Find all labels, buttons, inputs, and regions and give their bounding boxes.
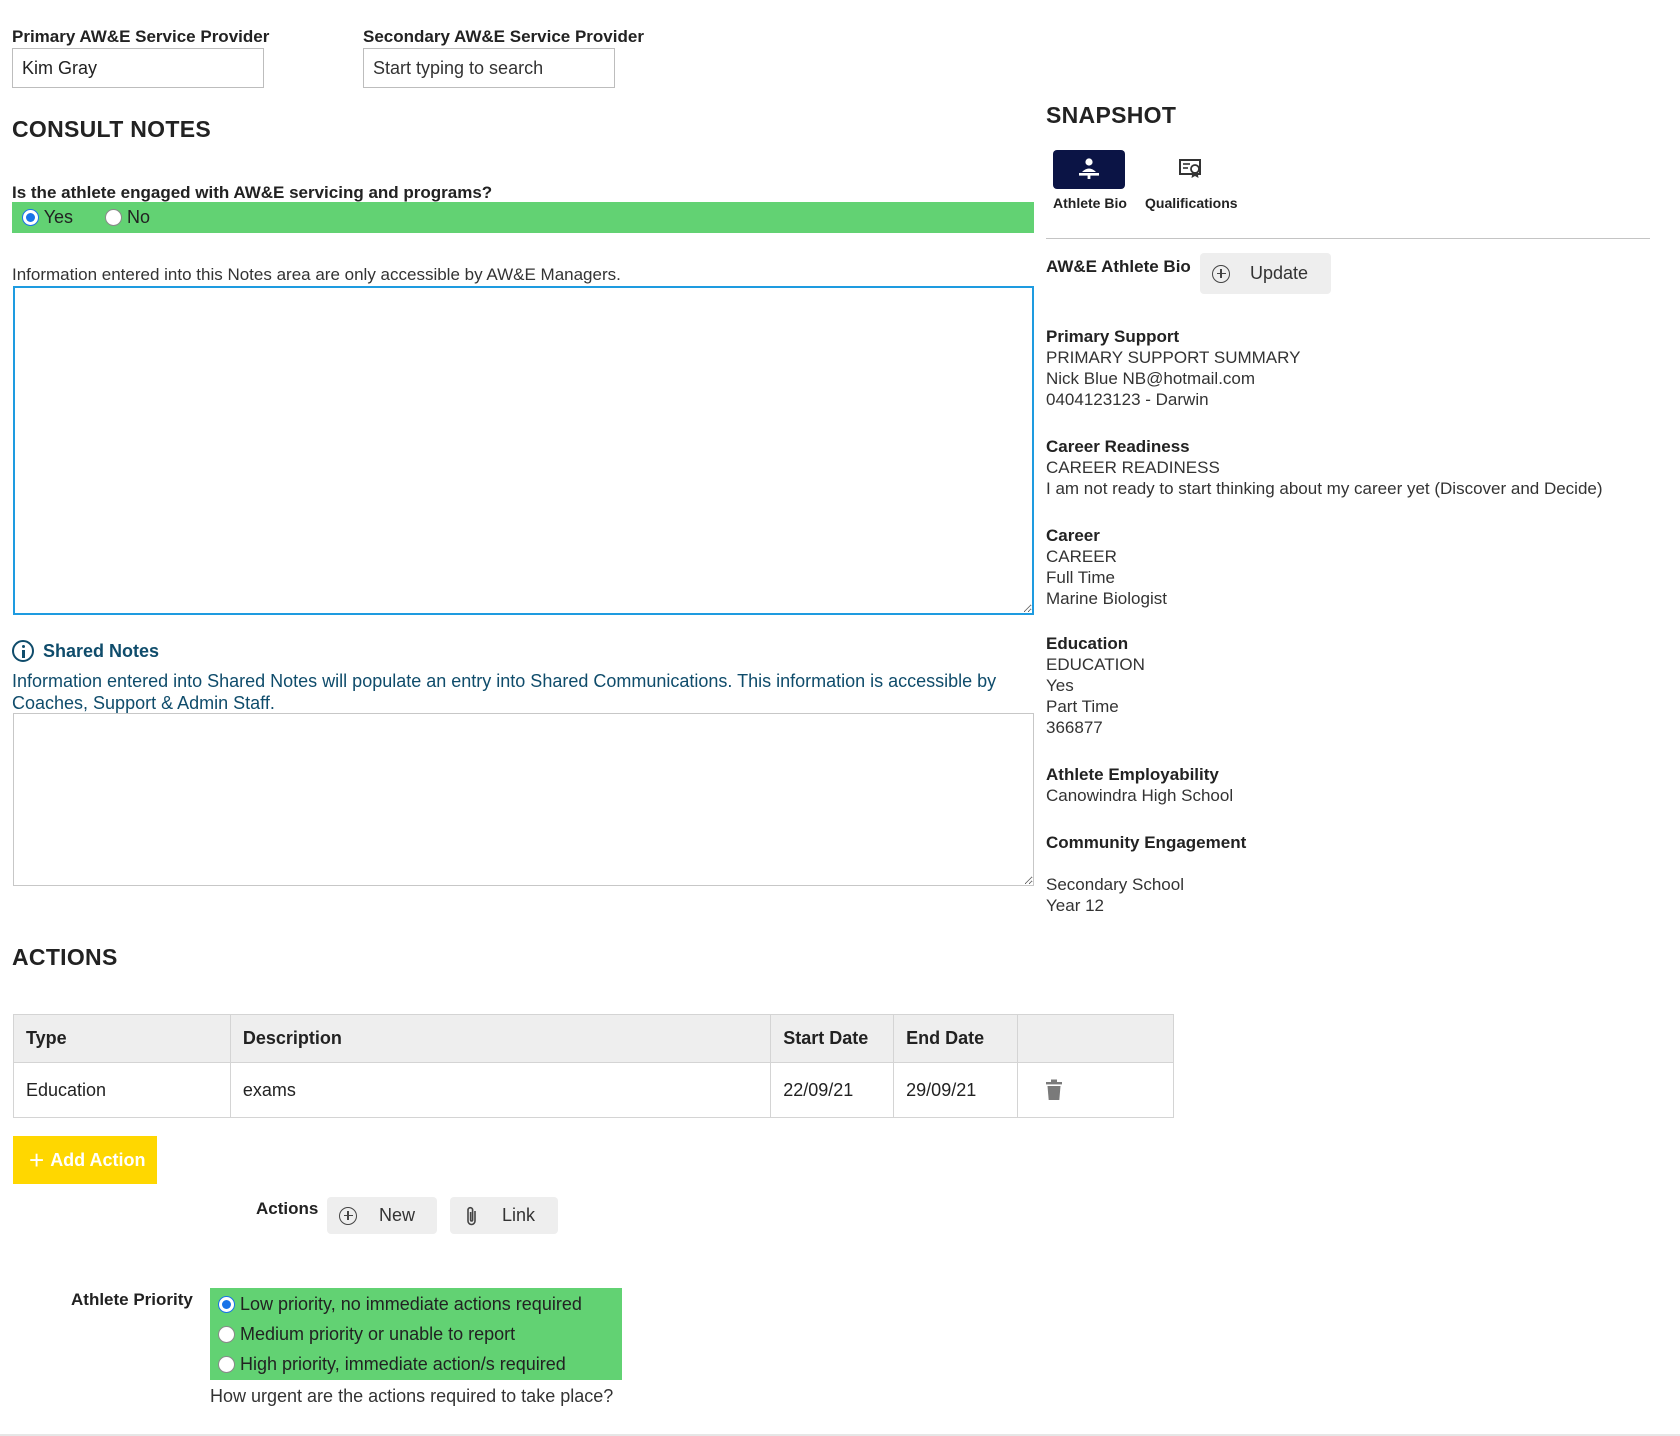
column-header-end-date: End Date	[893, 1014, 1019, 1063]
snapshot-line: PRIMARY SUPPORT SUMMARY	[1046, 348, 1301, 367]
engaged-question: Is the athlete engaged with AW&E servici…	[12, 183, 493, 202]
secondary-provider-label: Secondary AW&E Service Provider	[363, 27, 644, 46]
actions-table: Type Description Start Date End Date Edu…	[13, 1014, 1174, 1118]
engaged-yes-radio[interactable]	[22, 209, 39, 226]
new-button-label: New	[379, 1205, 416, 1225]
snapshot-heading: Education	[1046, 634, 1129, 653]
athlete-priority-label: Athlete Priority	[71, 1290, 193, 1309]
priority-medium-radio[interactable]	[218, 1326, 235, 1343]
engaged-no-option[interactable]: No	[105, 207, 150, 228]
add-action-label: Add Action	[50, 1149, 146, 1170]
consult-notes-textarea[interactable]	[13, 286, 1034, 615]
shared-notes-textarea[interactable]	[13, 713, 1034, 886]
athlete-bio-label: AW&E Athlete Bio	[1046, 257, 1191, 276]
person-at-desk-icon	[1079, 158, 1099, 179]
snapshot-line: Part Time	[1046, 697, 1119, 716]
snapshot-section: Primary Support PRIMARY SUPPORT SUMMARY …	[1046, 326, 1300, 410]
priority-high-radio[interactable]	[218, 1356, 235, 1373]
engaged-yes-option[interactable]: Yes	[22, 207, 73, 228]
consult-notes-title: CONSULT NOTES	[12, 116, 211, 142]
notes-info-text: Information entered into this Notes area…	[12, 265, 621, 284]
plus-icon: +	[29, 1145, 45, 1175]
action-end-date: 29/09/21	[893, 1062, 1019, 1118]
snapshot-line: CAREER READINESS	[1046, 458, 1220, 477]
action-delete-cell	[1017, 1062, 1174, 1118]
snapshot-line: Nick Blue NB@hotmail.com	[1046, 369, 1256, 388]
plus-circle-icon	[1212, 264, 1230, 283]
info-icon	[12, 640, 34, 662]
primary-provider-input[interactable]	[12, 48, 264, 88]
engaged-no-label: No	[127, 207, 151, 227]
shared-notes-info: Information entered into Shared Notes wi…	[12, 671, 997, 713]
priority-option-high[interactable]: High priority, immediate action/s requir…	[218, 1354, 566, 1375]
snapshot-section: Career CAREER Full Time Marine Biologist	[1046, 525, 1167, 609]
action-description: exams	[229, 1062, 772, 1118]
add-action-button[interactable]: + Add Action	[13, 1136, 157, 1184]
table-row[interactable]: Education exams 22/09/21 29/09/21	[13, 1062, 1174, 1118]
actions-label: Actions	[256, 1199, 319, 1218]
snapshot-section: Community Engagement Secondary School Ye…	[1046, 832, 1246, 916]
column-header-actions	[1017, 1014, 1174, 1063]
snapshot-line: Yes	[1046, 676, 1074, 695]
snapshot-line: Canowindra High School	[1046, 786, 1234, 805]
snapshot-line: 0404123123 - Darwin	[1046, 390, 1209, 409]
column-header-start-date: Start Date	[770, 1014, 895, 1063]
qualifications-tab[interactable]	[1170, 150, 1212, 189]
shared-notes-header: Shared Notes	[12, 640, 159, 662]
snapshot-section: Education EDUCATION Yes Part Time 366877	[1046, 633, 1145, 738]
snapshot-line: Marine Biologist	[1046, 589, 1167, 608]
priority-low-radio[interactable]	[218, 1296, 235, 1313]
athlete-bio-tab-label[interactable]: Athlete Bio	[1053, 195, 1133, 211]
priority-high-label: High priority, immediate action/s requir…	[240, 1354, 566, 1374]
snapshot-heading: Career Readiness	[1046, 437, 1190, 456]
athlete-bio-tab[interactable]	[1053, 150, 1125, 189]
priority-low-label: Low priority, no immediate actions requi…	[240, 1294, 582, 1314]
snapshot-spacer	[1046, 853, 1246, 874]
snapshot-line: Secondary School	[1046, 875, 1184, 894]
priority-hint: How urgent are the actions required to t…	[210, 1386, 614, 1406]
certificate-icon	[1179, 159, 1201, 178]
table-header-row: Type Description Start Date End Date	[13, 1014, 1174, 1063]
snapshot-heading: Primary Support	[1046, 327, 1180, 346]
snapshot-line: Year 12	[1046, 896, 1104, 915]
snapshot-divider	[1046, 238, 1650, 239]
snapshot-line: EDUCATION	[1046, 655, 1145, 674]
column-header-description: Description	[229, 1014, 772, 1063]
snapshot-heading: Career	[1046, 526, 1100, 545]
plus-circle-icon	[339, 1206, 357, 1225]
priority-option-low[interactable]: Low priority, no immediate actions requi…	[218, 1294, 582, 1315]
priority-radio-group: Low priority, no immediate actions requi…	[210, 1288, 622, 1380]
engaged-yes-label: Yes	[43, 207, 74, 227]
snapshot-section: Athlete Employability Canowindra High Sc…	[1046, 764, 1233, 806]
link-button-label: Link	[502, 1205, 536, 1225]
snapshot-section: Career Readiness CAREER READINESS I am n…	[1046, 436, 1603, 499]
link-action-button[interactable]: Link	[450, 1197, 558, 1234]
snapshot-heading: Athlete Employability	[1046, 765, 1219, 784]
snapshot-heading: Community Engagement	[1046, 833, 1247, 852]
snapshot-title: SNAPSHOT	[1046, 102, 1177, 128]
action-type: Education	[13, 1062, 231, 1118]
actions-title: ACTIONS	[12, 944, 118, 970]
update-bio-button[interactable]: Update	[1200, 253, 1331, 294]
engaged-no-radio[interactable]	[105, 209, 122, 226]
secondary-provider-input[interactable]	[363, 48, 615, 88]
paperclip-icon	[467, 1206, 476, 1225]
snapshot-line: I am not ready to start thinking about m…	[1046, 479, 1603, 498]
update-button-label: Update	[1250, 263, 1309, 283]
engaged-radio-group: Yes No	[12, 202, 1034, 233]
snapshot-line: Full Time	[1046, 568, 1115, 587]
priority-medium-label: Medium priority or unable to report	[240, 1324, 516, 1344]
action-start-date: 22/09/21	[770, 1062, 895, 1118]
primary-provider-label: Primary AW&E Service Provider	[12, 27, 270, 46]
snapshot-line: 366877	[1046, 718, 1103, 737]
shared-notes-title: Shared Notes	[43, 640, 160, 661]
snapshot-line: CAREER	[1046, 547, 1117, 566]
column-header-type: Type	[13, 1014, 231, 1063]
priority-option-medium[interactable]: Medium priority or unable to report	[218, 1324, 515, 1345]
trash-icon[interactable]	[1042, 1077, 1066, 1103]
new-action-button[interactable]: New	[327, 1197, 437, 1234]
qualifications-tab-label[interactable]: Qualifications	[1145, 195, 1238, 211]
